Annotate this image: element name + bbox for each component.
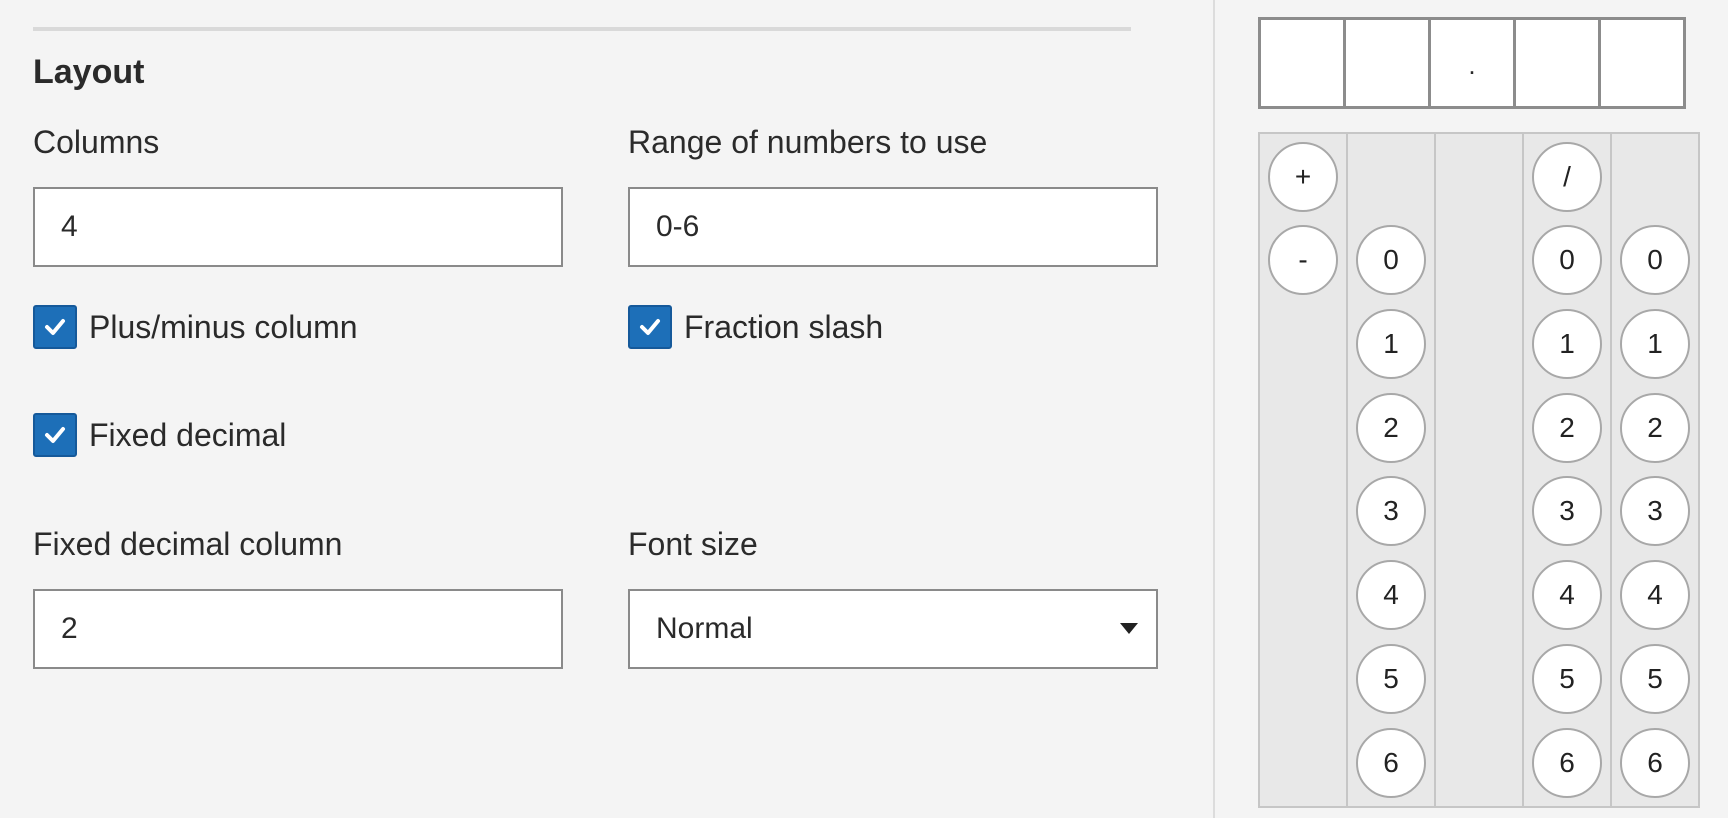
answer-cell[interactable] [1598,17,1686,109]
plus-minus-label: Plus/minus column [89,308,358,345]
sign-column: + - [1260,134,1346,806]
fixed-decimal-column-input[interactable] [33,589,563,669]
digit-bubble[interactable]: 2 [1620,393,1690,463]
settings-panel: Layout Columns Range of numbers to use P… [0,0,1190,818]
digit-bubble[interactable]: 2 [1356,393,1426,463]
digit-bubble[interactable]: 6 [1620,728,1690,798]
digit-bubble[interactable]: 3 [1356,476,1426,546]
digit-column-3: 0 1 2 3 4 5 6 [1610,134,1698,806]
cut-off-label [628,806,828,818]
digit-bubble[interactable]: 4 [1532,560,1602,630]
plus-bubble[interactable]: + [1268,142,1338,212]
checkbox-checked[interactable] [33,305,77,349]
digit-bubble[interactable]: 2 [1532,393,1602,463]
minus-bubble[interactable]: - [1268,225,1338,295]
digit-bubble[interactable]: 0 [1356,225,1426,295]
digit-column-2: / 0 1 2 3 4 5 6 [1522,134,1610,806]
checkbox-checked[interactable] [628,305,672,349]
font-size-label: Font size [628,526,758,562]
answer-cell[interactable] [1513,17,1601,109]
digit-bubble[interactable]: 0 [1532,225,1602,295]
digit-bubble[interactable]: 6 [1356,728,1426,798]
digit-bubble[interactable]: 4 [1620,560,1690,630]
digit-bubble[interactable]: 3 [1620,476,1690,546]
columns-label: Columns [33,124,160,160]
answer-cell[interactable] [1343,17,1431,109]
bubble-grid: + - 0 1 2 3 4 5 6 / 0 1 2 3 4 5 6 0 1 2 … [1258,132,1700,808]
section-title: Layout [33,53,145,91]
answer-cell[interactable] [1258,17,1346,109]
columns-input[interactable] [33,187,563,267]
divider [33,27,1131,31]
checkmark-icon [45,427,65,443]
digit-bubble[interactable]: 3 [1532,476,1602,546]
digit-bubble[interactable]: 1 [1532,309,1602,379]
digit-bubble[interactable]: 5 [1532,644,1602,714]
fraction-slash-label: Fraction slash [684,308,884,345]
digit-bubble[interactable]: 1 [1620,309,1690,379]
fixed-decimal-column-label: Fixed decimal column [33,526,343,562]
digit-bubble[interactable]: 0 [1620,225,1690,295]
checkmark-icon [45,319,65,335]
panel-divider [1213,0,1215,818]
digit-bubble[interactable]: 4 [1356,560,1426,630]
plus-minus-checkbox[interactable]: Plus/minus column [33,305,358,349]
font-size-value: Normal [656,612,753,645]
checkmark-icon [640,319,660,335]
font-size-select[interactable]: Normal [628,589,1158,669]
digit-bubble[interactable]: 5 [1620,644,1690,714]
fixed-decimal-label: Fixed decimal [89,416,287,453]
digit-bubble[interactable]: 6 [1532,728,1602,798]
checkbox-checked[interactable] [33,413,77,457]
digit-bubble[interactable]: 5 [1356,644,1426,714]
decimal-column [1434,134,1522,806]
range-label: Range of numbers to use [628,124,988,160]
fixed-decimal-checkbox[interactable]: Fixed decimal [33,413,286,457]
digit-bubble[interactable]: 1 [1356,309,1426,379]
fraction-slash-bubble[interactable]: / [1532,142,1602,212]
cut-off-label [33,806,333,818]
answer-cells-row: . [1258,17,1686,109]
digit-column-1: 0 1 2 3 4 5 6 [1346,134,1434,806]
fraction-slash-checkbox[interactable]: Fraction slash [628,305,883,349]
answer-cell-decimal: . [1428,17,1516,109]
range-input[interactable] [628,187,1158,267]
chevron-down-icon [1120,623,1138,634]
